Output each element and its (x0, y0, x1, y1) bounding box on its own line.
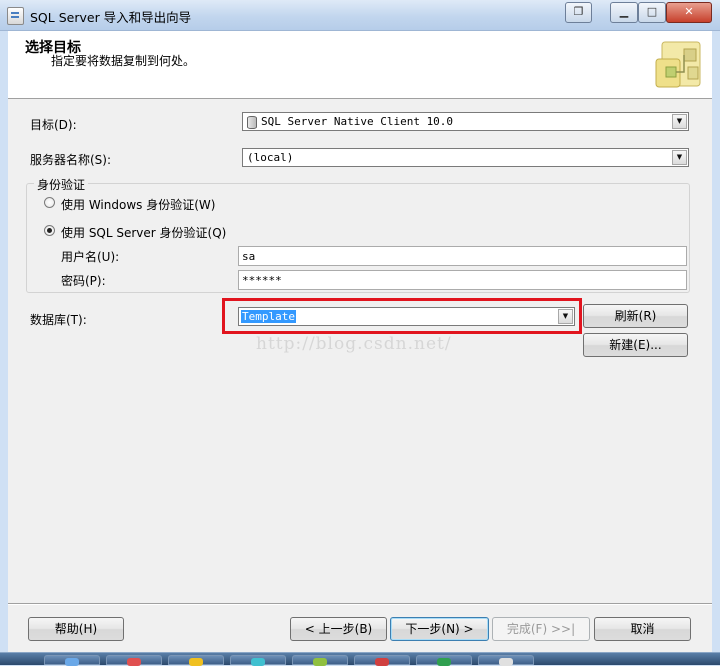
wizard-banner-icon (655, 41, 701, 88)
password-value: ****** (242, 274, 282, 287)
server-name-value: (local) (247, 151, 294, 164)
windows-auth-radio[interactable] (44, 197, 55, 208)
auth-group-legend: 身份验证 (34, 176, 89, 193)
server-name-combo[interactable]: (local) ▼ (242, 148, 689, 167)
minimize-icon: ▁ (619, 5, 629, 18)
close-button[interactable]: ✕ (666, 2, 712, 23)
password-input[interactable]: ****** (238, 270, 687, 290)
wizard-header: 选择目标 指定要将数据复制到何处。 (8, 31, 712, 99)
close-icon: ✕ (684, 5, 694, 18)
windows-auth-label[interactable]: 使用 Windows 身份验证(W) (61, 196, 215, 213)
destination-label: 目标(D): (30, 118, 77, 132)
username-input[interactable]: sa (238, 246, 687, 266)
password-label: 密码(P): (61, 274, 106, 288)
finish-button[interactable]: 完成(F) >>| (492, 617, 590, 641)
watermark-text: http://blog.csdn.net/ (256, 334, 452, 354)
server-name-label: 服务器名称(S): (30, 153, 112, 167)
minimize-button[interactable]: ▁ (610, 2, 638, 23)
chevron-down-icon[interactable]: ▼ (672, 150, 687, 165)
maximize-icon: □ (646, 5, 658, 18)
username-label: 用户名(U): (61, 250, 120, 264)
destination-value: SQL Server Native Client 10.0 (261, 115, 454, 128)
refresh-button[interactable]: 刷新(R) (583, 304, 688, 328)
cancel-button[interactable]: 取消 (594, 617, 691, 641)
page-subtitle: 指定要将数据复制到何处。 (51, 54, 196, 68)
sql-auth-radio[interactable] (44, 225, 55, 236)
restore-icon[interactable]: ❐ (565, 2, 592, 23)
sql-auth-label[interactable]: 使用 SQL Server 身份验证(Q) (61, 224, 226, 241)
footer-divider (8, 603, 712, 605)
maximize-button[interactable]: □ (638, 2, 666, 23)
database-label: 数据库(T): (30, 313, 87, 327)
back-button[interactable]: < 上一步(B) (290, 617, 387, 641)
taskbar (0, 652, 720, 666)
chevron-down-icon[interactable]: ▼ (672, 114, 687, 129)
help-button[interactable]: 帮助(H) (28, 617, 124, 641)
title-bar[interactable]: SQL Server 导入和导出向导 ❐ ▁ □ ✕ (0, 0, 720, 31)
destination-combo[interactable]: SQL Server Native Client 10.0 ▼ (242, 112, 689, 131)
username-value: sa (242, 250, 256, 263)
new-database-button[interactable]: 新建(E)... (583, 333, 688, 357)
highlight-box (222, 298, 582, 334)
database-icon (247, 116, 257, 129)
window-title: SQL Server 导入和导出向导 (30, 10, 192, 25)
app-icon (7, 7, 24, 25)
next-button[interactable]: 下一步(N) > (390, 617, 489, 641)
wizard-client-area: 选择目标 指定要将数据复制到何处。 目标(D): SQL Server Nati… (8, 31, 712, 664)
